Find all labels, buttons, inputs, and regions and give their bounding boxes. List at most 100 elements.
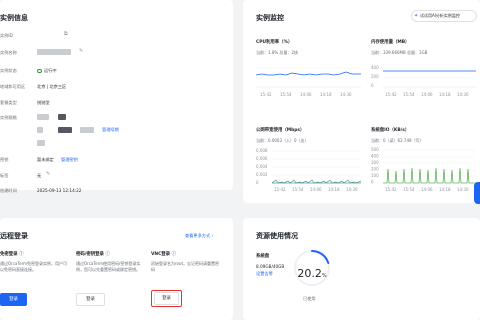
memory-chart-title: 内存使用量（MB）	[371, 40, 410, 45]
monitoring-title: 实例监控	[256, 14, 284, 22]
memory-tick-4: 14:30	[457, 92, 469, 97]
cpu-tick-4: 14:30	[340, 92, 352, 97]
resource-usage-card: 资源使用情况 系统盘 8.09GB/40GB 设置告警 20.2% 已使用	[243, 218, 480, 320]
cpu-chart-title: CPU利用率（%）	[256, 40, 293, 45]
package-type-value: 锐驰型	[37, 100, 50, 105]
resource-usage-title: 资源使用情况	[256, 232, 298, 240]
disk-io-ytick-2: 300	[371, 160, 379, 165]
tags-label: 标签	[0, 173, 9, 178]
instance-status-value: 运行中	[44, 68, 57, 73]
disk-io-tick-4: 14:30	[457, 187, 469, 192]
remote-login-title: 远程登录	[0, 232, 28, 240]
floating-side-tab[interactable]	[474, 182, 480, 204]
vnc-login-button[interactable]: 登录	[154, 292, 179, 305]
disk-io-ytick-1: 400	[371, 154, 379, 159]
ai-analysis-button[interactable]: ✦ 试试用AI分析实例监控	[411, 10, 477, 22]
disk-io-tick-1: 15:54	[403, 187, 415, 192]
disk-usage-percent: 20.2%	[297, 267, 327, 280]
remote-login-card: 远程登录 查看更多方式 › 免密登录 ⓘ 通过OrcaTerm免密登录实例，用户…	[0, 218, 233, 320]
passwordless-login-desc: 通过OrcaTerm免密登录实例，用户可以免密码直接连接。	[0, 261, 68, 272]
memory-tick-3: 14:18	[439, 92, 451, 97]
cpu-chart: 15:42 15:54 14:06 14:18 14:30	[256, 67, 361, 97]
cpu-series-line	[256, 71, 361, 76]
copy-icon[interactable]: ⧉	[64, 32, 68, 37]
disk-io-chart-title: 系统盘IO（KB/s）	[371, 128, 410, 133]
spec-redacted-3	[37, 127, 43, 133]
memory-tick-1: 15:54	[403, 92, 415, 97]
edit-tags-icon[interactable]: ✎	[46, 172, 50, 177]
bandwidth-tick-3: 14:18	[328, 187, 340, 192]
bandwidth-chart-title: 公网带宽使用（Mbps）	[256, 128, 305, 133]
bandwidth-tick-0: 15:42	[274, 187, 286, 192]
ai-analysis-label: 试试用AI分析实例监控	[420, 13, 460, 18]
running-status-icon	[37, 68, 42, 73]
edit-icon[interactable]: ✎	[79, 49, 83, 54]
instance-id-label: 实例ID	[0, 33, 13, 38]
spec-redacted-5	[80, 127, 94, 133]
cpu-tick-2: 14:06	[300, 92, 312, 97]
passwordless-login-button[interactable]: 登录	[0, 293, 27, 306]
region-label: 地域和可用区	[0, 84, 26, 89]
info-icon: ⓘ	[171, 252, 177, 257]
bandwidth-tick-1: 15:54	[292, 187, 304, 192]
tags-value: 无	[37, 173, 42, 178]
spec-redacted-2	[58, 114, 66, 120]
vnc-login-desc: 初始登录名为root，忘记密码请重置密码	[151, 261, 220, 272]
region-value: 北京 | 北京三区	[37, 84, 67, 89]
instance-info-card: 实例信息 实例ID ⧉ 实例名称 ✎ 实例状态 运行中 地域和可用区 北京 | …	[0, 0, 233, 190]
disk-io-tick-3: 14:18	[439, 187, 451, 192]
bandwidth-ytick-4: 0	[256, 180, 259, 185]
password-key-login-desc: 通过OrcaTerm使用密码/密钥登录实例，您可以先重置密码或绑定密钥。	[76, 261, 141, 272]
disk-io-chart: 500 400 300 200 100 0 15:42 15:54 14:06 …	[371, 147, 476, 192]
bandwidth-tick-2: 14:06	[310, 187, 322, 192]
disk-io-ytick-5: 0	[371, 180, 374, 185]
password-key-login-button[interactable]: 登录	[76, 293, 105, 306]
disk-io-ytick-0: 500	[371, 147, 379, 152]
bandwidth-tick-4: 14:30	[346, 187, 358, 192]
instance-name-redacted	[37, 49, 71, 55]
used-label: 已使用	[303, 296, 316, 301]
created-time-value: 2025-09-13 12:14:22	[37, 188, 82, 193]
bandwidth-ytick-2: 0.004	[256, 164, 268, 169]
memory-tick-2: 14:06	[421, 92, 433, 97]
password-key-login-title: 密码/密钥登录 ⓘ	[76, 252, 110, 257]
spec-redacted-4	[58, 127, 72, 133]
manage-renew-link[interactable]: 管理续期	[102, 127, 119, 133]
disk-io-ytick-4: 100	[371, 173, 379, 178]
more-login-methods-link[interactable]: 查看更多方式 ›	[185, 233, 213, 239]
set-alarm-link[interactable]: 设置告警	[256, 271, 273, 277]
cpu-tick-3: 14:18	[320, 92, 332, 97]
memory-chart: 400 200 0 15:42 15:54 14:06 14:18 14:30	[371, 65, 476, 97]
bandwidth-ytick-0: 0.008	[256, 148, 268, 153]
disk-io-tick-0: 15:42	[385, 187, 397, 192]
disk-io-ytick-3: 200	[371, 167, 379, 172]
cpu-chart-stat: 当前：1.8% 总量：2核	[256, 50, 298, 55]
key-value: 暂未绑定	[37, 157, 54, 162]
instance-info-title: 实例信息	[0, 14, 28, 22]
system-disk-label: 系统盘	[256, 254, 270, 259]
memory-chart-stat: 当前：339.666MB 总量：1GB	[371, 50, 428, 55]
vnc-login-title: VNC登录 ⓘ	[151, 252, 177, 257]
cpu-tick-1: 15:54	[280, 92, 292, 97]
sparkle-icon: ✦	[414, 13, 419, 19]
info-icon: ⓘ	[105, 252, 110, 257]
key-label: 密钥	[0, 157, 9, 162]
memory-tick-0: 15:42	[385, 92, 397, 97]
package-type-label: 套餐类型	[0, 100, 17, 105]
spec-redacted-1	[37, 114, 49, 120]
spec-redacted-6	[37, 140, 45, 146]
monitoring-card: 实例监控 ✦ 试试用AI分析实例监控 CPU利用率（%） 当前：1.8% 总量：…	[243, 0, 480, 203]
instance-name-label: 实例名称	[0, 50, 17, 55]
created-time-label: 创建时间	[0, 188, 17, 193]
instance-spec-label: 实例规格	[0, 115, 17, 120]
bandwidth-series-line	[271, 179, 361, 184]
memory-ytick-1: 200	[371, 74, 379, 79]
info-icon: ⓘ	[19, 252, 24, 257]
instance-status-label: 实例状态	[0, 68, 17, 73]
passwordless-login-title: 免密登录 ⓘ	[0, 252, 24, 257]
bandwidth-chart: 0.008 0.006 0.004 0.002 0 15:42 15:54 14…	[256, 148, 361, 192]
memory-ytick-0: 400	[371, 65, 379, 70]
manage-key-link[interactable]: 管理密钥	[61, 157, 78, 163]
cpu-tick-0: 15:42	[260, 92, 272, 97]
memory-ytick-2: 0	[371, 83, 374, 88]
